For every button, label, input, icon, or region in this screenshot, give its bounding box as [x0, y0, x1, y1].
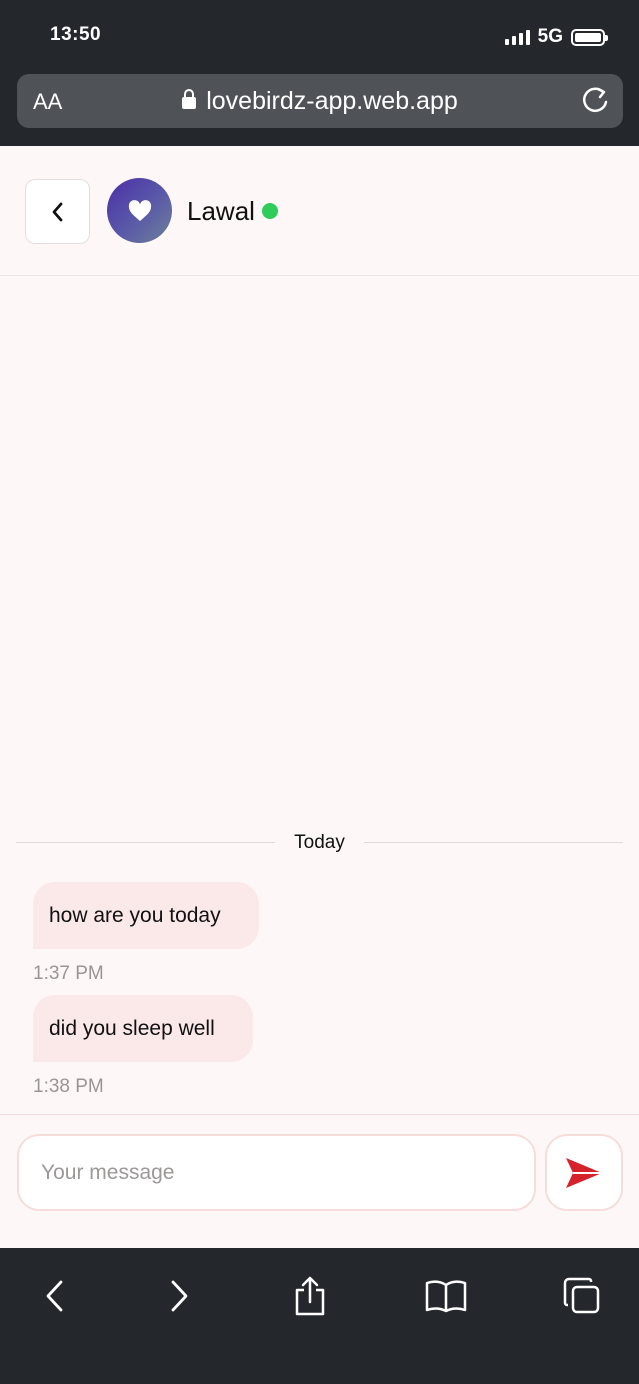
share-button[interactable]: [285, 1274, 335, 1318]
date-divider: Today: [16, 830, 623, 856]
tabs-button[interactable]: [557, 1274, 607, 1318]
browser-forward-button[interactable]: [154, 1274, 204, 1318]
message-composer: [0, 1114, 639, 1248]
paper-plane-icon: [566, 1157, 602, 1188]
avatar[interactable]: [107, 178, 172, 243]
online-status-indicator: [262, 203, 278, 219]
signal-icon: [504, 29, 530, 45]
date-divider-label: Today: [294, 832, 345, 853]
chat-screen: Lawal Today how are you today 1:37 PM di…: [0, 146, 639, 1248]
status-bar: 13:50 5G: [0, 0, 639, 72]
heart-icon: [128, 199, 151, 221]
chat-header: Lawal: [0, 146, 639, 276]
contact-name: Lawal: [187, 196, 255, 226]
back-button[interactable]: [25, 179, 90, 244]
browser-toolbar: [0, 1248, 639, 1384]
reload-icon[interactable]: [579, 84, 611, 118]
browser-back-button[interactable]: [30, 1274, 80, 1318]
message-input[interactable]: [17, 1134, 536, 1211]
share-icon: [295, 1276, 325, 1316]
tabs-icon: [563, 1277, 600, 1314]
send-button[interactable]: [545, 1134, 623, 1211]
message-timestamp: 1:38 PM: [33, 1076, 104, 1097]
bookmarks-icon: [425, 1280, 467, 1313]
network-label: 5G: [537, 26, 563, 47]
message-timestamp: 1:37 PM: [33, 963, 104, 984]
url-text: lovebirdz-app.web.app: [206, 87, 458, 115]
message-bubble[interactable]: did you sleep well: [33, 995, 253, 1062]
bookmarks-button[interactable]: [421, 1274, 471, 1318]
battery-icon: [571, 28, 608, 46]
lock-icon: [182, 89, 197, 110]
browser-address-bar[interactable]: AA lovebirdz-app.web.app: [17, 74, 623, 128]
url-display[interactable]: lovebirdz-app.web.app: [17, 87, 623, 116]
message-bubble[interactable]: how are you today: [33, 882, 259, 949]
forward-arrow-icon: [171, 1280, 188, 1312]
back-arrow-icon: [46, 1280, 63, 1312]
chevron-left-icon: [52, 202, 62, 221]
status-indicators: 5G: [504, 26, 608, 48]
status-time: 13:50: [50, 24, 102, 45]
